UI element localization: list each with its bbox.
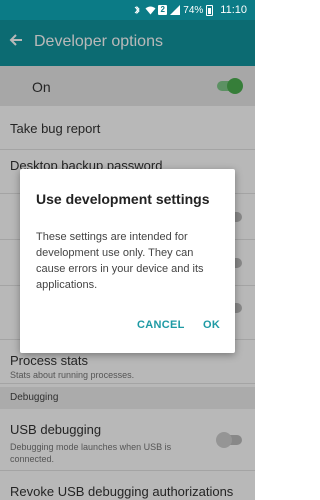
signal-icon [170, 5, 181, 15]
clock: 11:10 [220, 4, 247, 16]
dialog-message: These settings are intended for developm… [36, 231, 204, 291]
status-icons: 2 74% 11:10 [132, 4, 247, 16]
use-development-settings-dialog: Use development settings These settings … [20, 169, 235, 353]
ok-button[interactable]: OK [203, 319, 220, 331]
battery-icon [206, 4, 214, 16]
status-bar: 2 74% 11:10 [0, 0, 255, 20]
dialog-title: Use development settings [36, 191, 210, 207]
bluetooth-icon [132, 5, 142, 15]
battery-percent: 74% [183, 4, 204, 16]
cancel-button[interactable]: CANCEL [137, 319, 185, 331]
sim-icon: 2 [158, 5, 168, 15]
wifi-icon [145, 5, 156, 15]
